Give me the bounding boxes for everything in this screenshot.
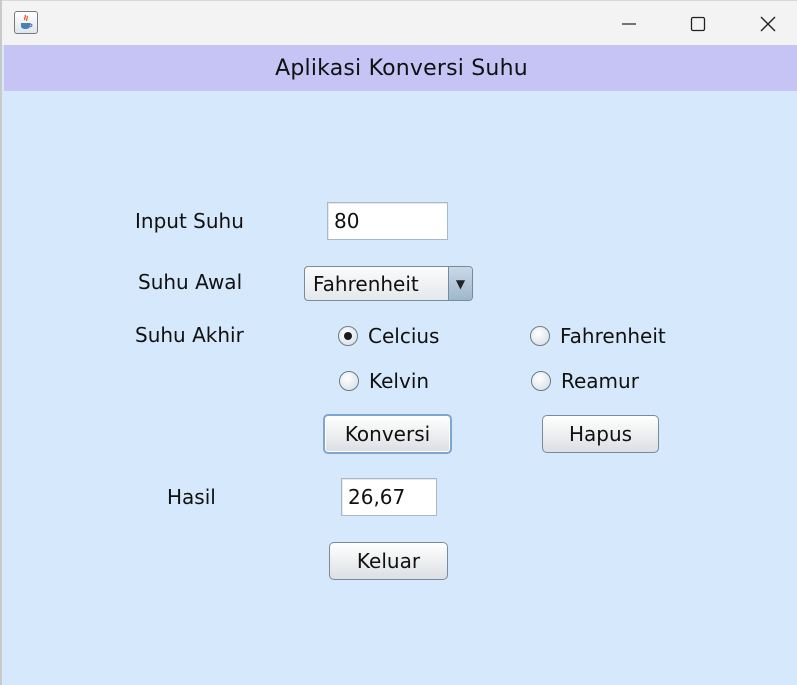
result-label: Hasil: [167, 485, 216, 509]
source-unit-dropdown[interactable]: Fahrenheit ▼: [304, 266, 473, 301]
title-bar: [2, 0, 797, 45]
close-button[interactable]: [733, 1, 797, 46]
radio-indicator[interactable]: [531, 371, 551, 391]
chevron-down-icon[interactable]: ▼: [448, 267, 472, 300]
app-header: Aplikasi Konversi Suhu: [4, 45, 797, 91]
input-temperature-label: Input Suhu: [135, 209, 244, 233]
clear-button[interactable]: Hapus: [542, 415, 659, 453]
radio-indicator-selected[interactable]: [338, 326, 358, 346]
maximize-icon: [690, 16, 706, 31]
radio-indicator[interactable]: [530, 326, 550, 346]
minimize-icon: [622, 22, 636, 25]
radio-indicator[interactable]: [339, 371, 359, 391]
source-unit-label: Suhu Awal: [138, 270, 243, 294]
form-panel: Input Suhu 80 Suhu Awal Fahrenheit ▼ Suh…: [2, 91, 797, 685]
radio-reamur[interactable]: Reamur: [531, 369, 639, 393]
app-title: Aplikasi Konversi Suhu: [275, 55, 528, 81]
radio-kelvin-label: Kelvin: [369, 369, 430, 393]
target-unit-label: Suhu Akhir: [135, 323, 244, 347]
minimize-button[interactable]: [594, 1, 664, 46]
result-field[interactable]: 26,67: [341, 478, 437, 516]
radio-kelvin[interactable]: Kelvin: [339, 369, 429, 393]
radio-fahrenheit[interactable]: Fahrenheit: [530, 324, 666, 348]
app-window: Aplikasi Konversi Suhu Input Suhu 80 Suh…: [0, 0, 797, 685]
maximize-button[interactable]: [663, 1, 733, 46]
radio-celcius-label: Celcius: [368, 324, 440, 348]
close-icon: [760, 16, 776, 31]
radio-fahrenheit-label: Fahrenheit: [560, 324, 666, 348]
java-cup-icon[interactable]: [14, 11, 38, 34]
input-temperature-field[interactable]: 80: [327, 202, 448, 240]
exit-button[interactable]: Keluar: [329, 542, 448, 580]
convert-button[interactable]: Konversi: [323, 414, 452, 454]
radio-celcius[interactable]: Celcius: [338, 324, 439, 348]
radio-reamur-label: Reamur: [561, 369, 639, 393]
source-unit-selected: Fahrenheit: [313, 271, 419, 296]
